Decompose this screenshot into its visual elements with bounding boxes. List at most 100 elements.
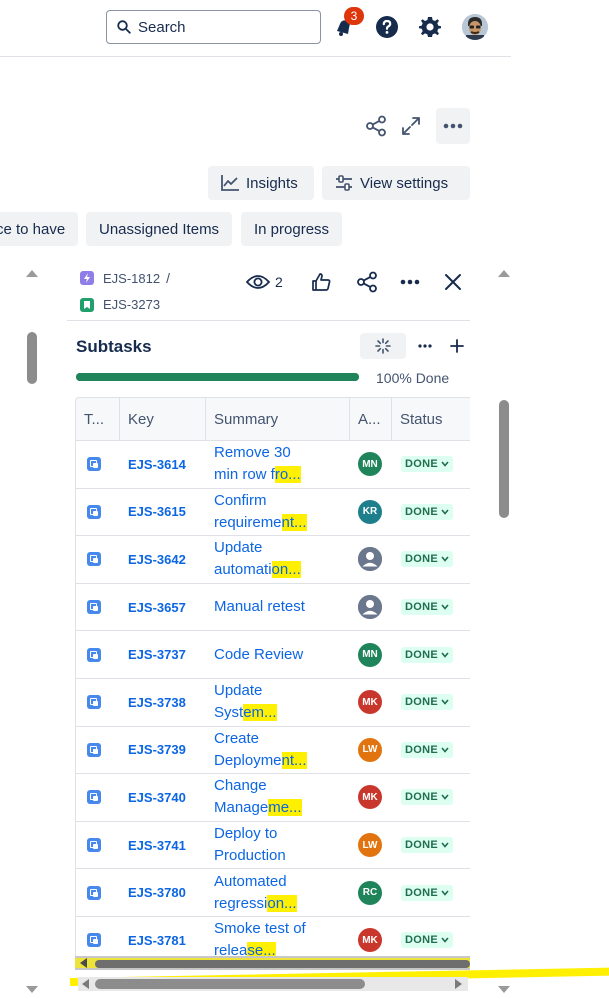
current-issue-breadcrumb[interactable]: EJS-3273 — [80, 297, 160, 312]
status-lozenge[interactable]: DONE — [401, 694, 453, 711]
table-row[interactable]: EJS-3739 Create Deployment... LW DONE — [76, 727, 470, 775]
search-input[interactable]: Search — [106, 10, 321, 44]
table-row[interactable]: EJS-3738 Update System... MK DONE — [76, 679, 470, 727]
summary-link[interactable]: Confirm requirement... — [214, 490, 324, 534]
summary-link[interactable]: Update System... — [214, 680, 324, 724]
table-row[interactable]: EJS-3737 Code Review MN DONE — [76, 631, 470, 679]
status-lozenge[interactable]: DONE — [401, 456, 453, 473]
parent-issue-key[interactable]: EJS-1812 — [103, 271, 160, 286]
issue-key-link[interactable]: EJS-3614 — [128, 457, 186, 472]
assignee-avatar[interactable]: MK — [358, 928, 382, 953]
summary-link[interactable]: Automated regression... — [214, 871, 324, 915]
status-lozenge[interactable]: DONE — [401, 932, 453, 949]
table-row[interactable]: EJS-3614 Remove 30 min row fro... MN DONE — [76, 441, 470, 489]
issue-key-link[interactable]: EJS-3738 — [128, 695, 186, 710]
summary-link[interactable]: Remove 30 min row fro... — [214, 442, 324, 486]
unassigned-avatar-icon[interactable] — [358, 547, 382, 572]
right-scrollbar-thumb[interactable] — [499, 400, 509, 518]
filter-chip-unassigned-items[interactable]: Unassigned Items — [86, 212, 233, 246]
expand-button[interactable] — [398, 113, 424, 139]
assignee-avatar[interactable]: MN — [358, 642, 382, 667]
column-header-status[interactable]: Status — [392, 398, 470, 441]
issue-key-link[interactable]: EJS-3615 — [128, 504, 186, 519]
issue-key-link[interactable]: EJS-3740 — [128, 790, 186, 805]
filter-chip-nice-to-have[interactable]: ce to have — [0, 212, 79, 246]
panel-scroll-left-arrow[interactable] — [82, 979, 89, 989]
status-lozenge[interactable]: DONE — [401, 741, 453, 758]
panel-scrollbar-thumb[interactable] — [95, 979, 365, 989]
issue-key-link[interactable]: EJS-3780 — [128, 885, 186, 900]
table-row[interactable]: EJS-3657 Manual retest DONE — [76, 584, 470, 632]
assignee-cell: KR — [358, 489, 382, 536]
scroll-up-arrow-right[interactable] — [498, 270, 510, 277]
status-lozenge[interactable]: DONE — [401, 789, 453, 806]
subtasks-more-button[interactable] — [414, 336, 436, 356]
issue-key-link[interactable]: EJS-3657 — [128, 600, 186, 615]
scroll-up-arrow-left[interactable] — [26, 270, 38, 277]
column-header-type[interactable]: T... — [76, 398, 120, 441]
summary-link[interactable]: Change Manageme... — [214, 775, 324, 819]
assignee-avatar[interactable]: MN — [358, 452, 382, 477]
like-button[interactable] — [310, 270, 332, 294]
watch-button[interactable]: 2 — [246, 270, 283, 294]
summary-link[interactable]: Deploy to Production — [214, 823, 324, 867]
column-header-assignee[interactable]: A... — [350, 398, 392, 441]
profile-avatar[interactable] — [462, 14, 488, 40]
column-header-key[interactable]: Key — [120, 398, 206, 441]
status-lozenge[interactable]: DONE — [401, 884, 453, 901]
help-button[interactable] — [374, 14, 400, 40]
issue-key-link[interactable]: EJS-3737 — [128, 647, 186, 662]
scroll-left-arrow[interactable] — [80, 958, 87, 968]
summary-link[interactable]: Manual retest — [214, 596, 324, 618]
scroll-down-arrow-left[interactable] — [26, 986, 38, 993]
table-row[interactable]: EJS-3741 Deploy to Production LW DONE — [76, 822, 470, 870]
close-button[interactable] — [442, 270, 464, 294]
share-button[interactable] — [363, 113, 389, 139]
issue-key-link[interactable]: EJS-3781 — [128, 933, 186, 948]
column-header-summary[interactable]: Summary — [206, 398, 350, 441]
summary-link[interactable]: Create Deployment... — [214, 728, 324, 772]
settings-button[interactable] — [417, 14, 443, 40]
chevron-down-icon — [441, 604, 449, 610]
more-horizontal-icon — [443, 123, 463, 129]
assignee-avatar[interactable]: MK — [358, 690, 382, 715]
issue-key-link[interactable]: EJS-3741 — [128, 838, 186, 853]
issue-share-button[interactable] — [355, 270, 379, 294]
unassigned-avatar-icon[interactable] — [358, 595, 382, 620]
current-issue-key[interactable]: EJS-3273 — [103, 297, 160, 312]
assignee-avatar[interactable]: RC — [358, 880, 382, 905]
assignee-avatar[interactable]: LW — [358, 833, 382, 858]
left-scrollbar-thumb[interactable] — [27, 332, 37, 384]
table-row[interactable]: EJS-3615 Confirm requirement... KR DONE — [76, 489, 470, 537]
assignee-avatar[interactable]: KR — [358, 499, 382, 524]
status-lozenge[interactable]: DONE — [401, 503, 453, 520]
parent-issue-breadcrumb[interactable]: EJS-1812 / — [80, 270, 170, 286]
assignee-avatar[interactable]: MK — [358, 785, 382, 810]
summary-link[interactable]: Smoke test of release... — [214, 918, 324, 956]
more-actions-button[interactable] — [436, 108, 470, 144]
insights-button[interactable]: Insights — [208, 166, 314, 200]
suggest-subtasks-button[interactable] — [360, 333, 406, 359]
status-lozenge[interactable]: DONE — [401, 646, 453, 663]
status-label: DONE — [405, 791, 438, 804]
issue-key-link[interactable]: EJS-3739 — [128, 742, 186, 757]
summary-link[interactable]: Code Review — [214, 644, 324, 666]
table-row[interactable]: EJS-3740 Change Manageme... MK DONE — [76, 774, 470, 822]
status-lozenge[interactable]: DONE — [401, 551, 453, 568]
assignee-avatar[interactable]: LW — [358, 737, 382, 762]
scroll-down-arrow-right[interactable] — [498, 986, 510, 993]
table-row[interactable]: EJS-3781 Smoke test of release... MK DONE — [76, 917, 470, 956]
summary-link[interactable]: Update automation... — [214, 537, 324, 581]
issue-more-button[interactable] — [398, 270, 422, 294]
filter-chip-in-progress[interactable]: In progress — [241, 212, 343, 246]
table-row[interactable]: EJS-3642 Update automation... DONE — [76, 536, 470, 584]
status-lozenge[interactable]: DONE — [401, 837, 453, 854]
add-subtask-button[interactable] — [447, 336, 467, 356]
table-row[interactable]: EJS-3780 Automated regression... RC DONE — [76, 869, 470, 917]
panel-scroll-right-arrow[interactable] — [455, 979, 462, 989]
status-lozenge[interactable]: DONE — [401, 599, 453, 616]
view-settings-button[interactable]: View settings — [322, 166, 470, 200]
issue-key-link[interactable]: EJS-3642 — [128, 552, 186, 567]
table-scrollbar-thumb[interactable] — [95, 960, 470, 968]
plus-icon — [450, 339, 464, 353]
